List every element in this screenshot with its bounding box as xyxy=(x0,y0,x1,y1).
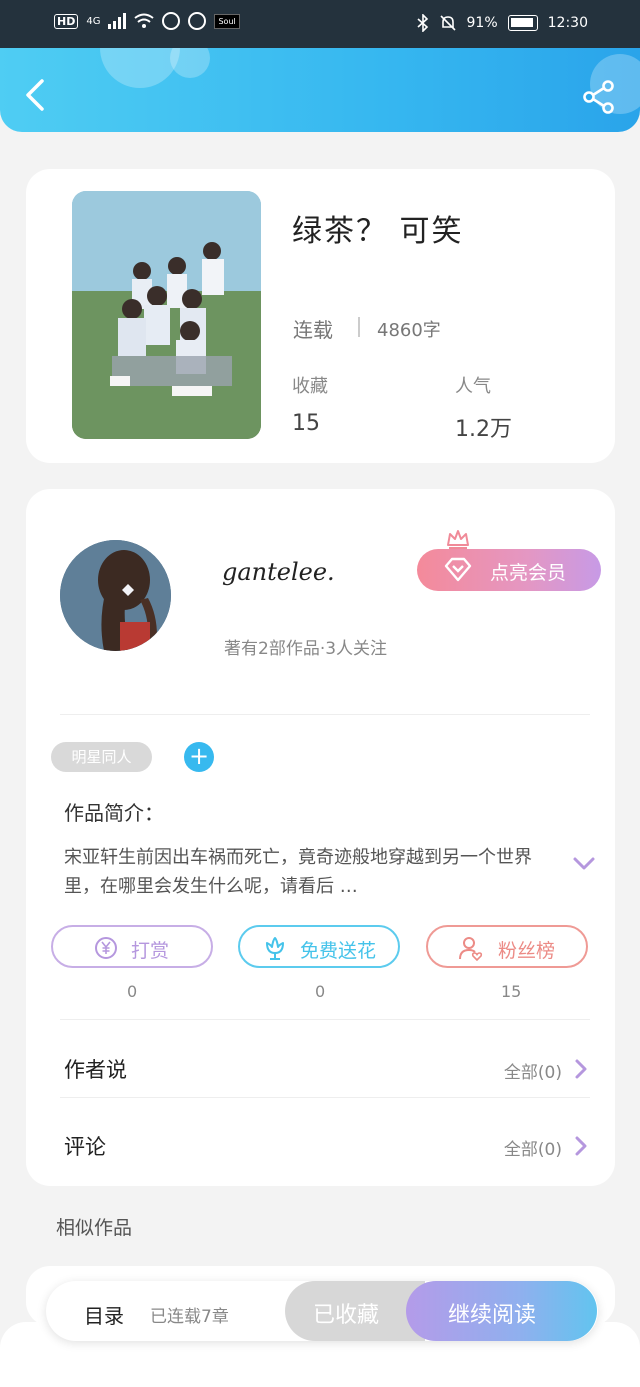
section-divider xyxy=(60,1097,590,1098)
fan-user-icon xyxy=(459,937,483,961)
decor-bubble xyxy=(100,48,180,88)
vip-button-label: 点亮会员 xyxy=(490,562,567,584)
author-name[interactable]: gantelee. xyxy=(222,558,335,586)
battery-percent: 91% xyxy=(466,15,498,31)
clock: 12:30 xyxy=(547,15,588,31)
tip-label: 打赏 xyxy=(131,940,170,962)
author-meta: 著有2部作品·3人关注 xyxy=(224,639,388,659)
decor-bubble xyxy=(170,48,210,78)
status-left: HD 4G Soul xyxy=(54,12,240,30)
flower-icon xyxy=(266,937,284,960)
comments-row[interactable]: 评论 全部(0) xyxy=(64,1125,594,1165)
tag-chip[interactable]: 明星同人 xyxy=(51,742,152,772)
intro-text: 宋亚轩生前因出车祸而死亡，竟奇迹般地穿越到另一个世界里，在哪里会发生什么呢，请看… xyxy=(64,847,532,897)
chevron-right-icon xyxy=(575,1059,587,1079)
crown-icon xyxy=(447,530,469,549)
chevron-right-icon xyxy=(575,1136,587,1156)
author-avatar[interactable] xyxy=(60,540,171,651)
chapter-count: 已连载7章 xyxy=(150,1307,229,1327)
wechat-icon xyxy=(162,12,181,30)
app-notification-icon xyxy=(188,12,207,30)
bluetooth-icon xyxy=(416,14,428,32)
serial-status: 连载 xyxy=(293,318,333,342)
section-divider xyxy=(60,714,590,715)
author-says-row[interactable]: 作者说 全部(0) xyxy=(64,1048,594,1088)
continue-reading-button[interactable]: 继续阅读 xyxy=(406,1281,597,1341)
status-bar: HD 4G Soul 91% 12:30 xyxy=(0,0,640,48)
popularity-label: 人气 xyxy=(455,376,491,397)
word-count: 4860字 xyxy=(377,320,441,341)
signal-icon xyxy=(108,13,127,29)
network-indicator: 4G xyxy=(86,15,101,27)
yen-coin-icon xyxy=(95,937,117,959)
send-flower-label: 免费送花 xyxy=(300,940,377,962)
favorited-label: 已收藏 xyxy=(313,1303,380,1328)
avatar-illustration xyxy=(60,540,171,651)
comments-label: 评论 xyxy=(64,1135,106,1159)
comments-count: 全部(0) xyxy=(503,1140,562,1160)
tip-button[interactable]: 打赏 xyxy=(51,925,213,968)
fan-ranking-button[interactable]: 粉丝榜 xyxy=(426,925,588,968)
back-button[interactable] xyxy=(22,78,48,112)
hd-indicator: HD xyxy=(54,13,79,29)
top-header xyxy=(0,48,640,132)
wifi-icon xyxy=(134,13,155,28)
meta-divider xyxy=(358,317,360,337)
popularity-value: 1.2万 xyxy=(455,417,512,442)
soul-app-icon: Soul xyxy=(214,13,240,29)
fan-ranking-label: 粉丝榜 xyxy=(498,940,556,962)
vip-membership-button[interactable]: 点亮会员 xyxy=(417,549,601,591)
cover-illustration xyxy=(72,191,261,439)
favorites-label: 收藏 xyxy=(292,376,328,397)
status-right: 91% 12:30 xyxy=(416,14,588,32)
author-says-label: 作者说 xyxy=(64,1058,127,1082)
battery-icon xyxy=(507,15,538,31)
book-title: 绿茶？ 可笑 xyxy=(292,214,464,249)
table-of-contents-button[interactable]: 目录 xyxy=(84,1300,124,1329)
share-button[interactable] xyxy=(582,80,616,114)
fan-count: 15 xyxy=(501,982,522,1001)
favorited-button[interactable]: 已收藏 xyxy=(285,1281,425,1341)
intro-label: 作品简介： xyxy=(64,801,164,825)
expand-chevron-icon[interactable] xyxy=(572,856,596,872)
tip-count: 0 xyxy=(127,982,138,1001)
diamond-icon xyxy=(444,557,472,582)
send-flower-button[interactable]: 免费送花 xyxy=(238,925,400,968)
section-divider xyxy=(60,1019,590,1020)
mute-bell-icon xyxy=(439,15,456,31)
book-cover-image[interactable] xyxy=(72,191,261,439)
flower-count: 0 xyxy=(315,982,326,1001)
continue-reading-label: 继续阅读 xyxy=(448,1303,537,1328)
add-tag-button[interactable]: + xyxy=(184,742,214,772)
similar-works-heading: 相似作品 xyxy=(56,1217,133,1239)
favorites-value: 15 xyxy=(292,411,320,436)
author-says-count: 全部(0) xyxy=(503,1063,562,1083)
